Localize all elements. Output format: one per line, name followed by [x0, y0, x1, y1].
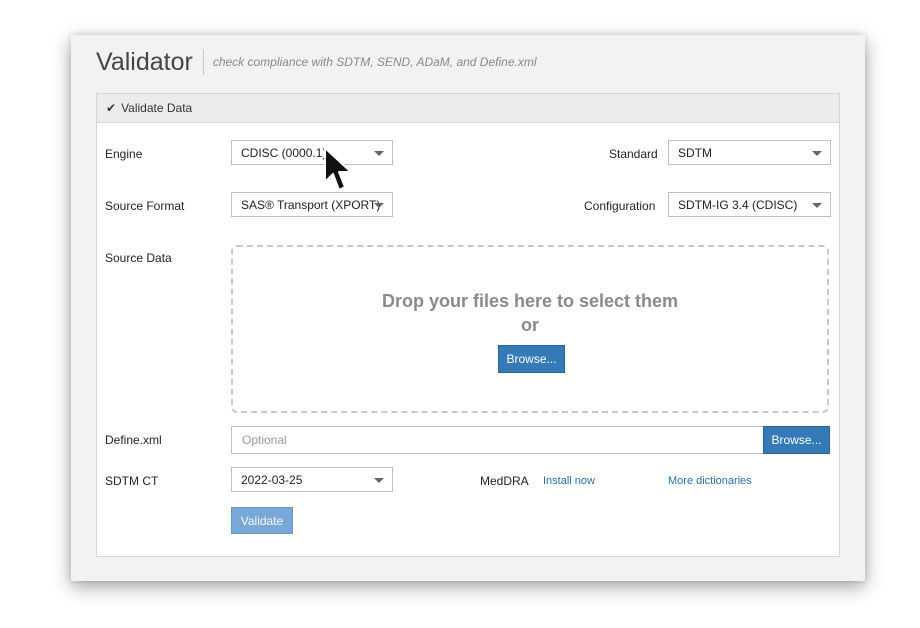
define-browse-button[interactable]: Browse...: [763, 426, 830, 454]
meddra-label: MedDRA: [480, 474, 529, 488]
install-now-link[interactable]: Install now: [543, 475, 595, 487]
define-xml-label: Define.xml: [105, 433, 162, 447]
dropzone-text: Drop your files here to select them: [381, 291, 679, 311]
chevron-down-icon: [812, 151, 822, 156]
chevron-down-icon: [812, 203, 822, 208]
more-dictionaries-link[interactable]: More dictionaries: [668, 475, 752, 487]
source-format-value: SAS® Transport (XPORT): [241, 197, 381, 212]
engine-label: Engine: [105, 147, 143, 161]
source-data-label: Source Data: [105, 251, 172, 265]
page-title: Validator: [96, 47, 193, 76]
define-xml-input[interactable]: Optional: [231, 426, 764, 454]
standard-label: Standard: [609, 147, 658, 161]
standard-value: SDTM: [678, 145, 712, 160]
validator-window: Validator check compliance with SDTM, SE…: [71, 35, 865, 581]
dropzone-or: or: [521, 315, 539, 335]
engine-value: CDISC (0000.1): [241, 145, 327, 160]
validate-data-panel: ✔ Validate Data Engine CDISC (0000.1) St…: [96, 93, 840, 557]
chevron-down-icon: [374, 478, 384, 483]
chevron-down-icon: [374, 203, 384, 208]
dropzone-browse-button[interactable]: Browse...: [498, 345, 565, 373]
panel-heading: ✔ Validate Data: [97, 94, 839, 123]
configuration-value: SDTM-IG 3.4 (CDISC): [678, 197, 798, 212]
check-icon: ✔: [106, 101, 117, 115]
validate-button[interactable]: Validate: [231, 507, 293, 534]
configuration-label: Configuration: [584, 199, 656, 213]
configuration-select[interactable]: SDTM-IG 3.4 (CDISC): [668, 192, 831, 217]
mouse-cursor-icon: [324, 147, 352, 191]
source-format-label: Source Format: [105, 199, 185, 213]
sdtm-ct-label: SDTM CT: [105, 474, 159, 488]
chevron-down-icon: [374, 151, 384, 156]
page-subtitle: check compliance with SDTM, SEND, ADaM, …: [212, 55, 537, 69]
sdtm-ct-value: 2022-03-25: [241, 472, 303, 487]
engine-select[interactable]: CDISC (0000.1): [231, 140, 393, 165]
sdtm-ct-select[interactable]: 2022-03-25: [231, 467, 393, 492]
standard-select[interactable]: SDTM: [668, 140, 831, 165]
file-dropzone[interactable]: Drop your files here to select them or B…: [231, 245, 829, 413]
source-format-select[interactable]: SAS® Transport (XPORT): [231, 192, 393, 217]
header: Validator check compliance with SDTM, SE…: [96, 47, 537, 77]
panel-heading-label: Validate Data: [121, 101, 193, 115]
title-divider: [202, 49, 204, 75]
